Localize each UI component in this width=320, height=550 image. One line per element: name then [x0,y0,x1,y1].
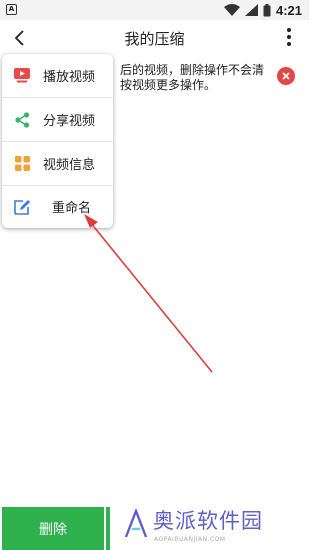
notice-line-2: 按视频更多操作。 [120,78,217,92]
menu-item-play-video[interactable]: 播放视频 [2,54,113,97]
watermark: 奥派软件园 AOPAIRUANJIAN.COM [124,506,304,550]
menu-item-label: 播放视频 [43,70,96,85]
info-grid-icon [13,155,31,173]
menu-item-share-video[interactable]: 分享视频 [2,98,113,141]
status-time: 4:21 [275,2,302,18]
status-icons: 4:21 [223,2,302,18]
notice-text: 后的视频，删除操作不会清 按视频更多操作。 [120,63,275,93]
wifi-icon [223,4,240,16]
battery-icon [263,3,271,16]
more-dot-icon [287,28,291,32]
signal-icon [244,4,258,16]
menu-item-video-info[interactable]: 视频信息 [2,142,113,185]
page-title: 我的压缩 [124,30,185,48]
notice-line-1: 后的视频，删除操作不会清 [120,63,265,77]
menu-item-label: 重命名 [52,201,92,216]
delete-button[interactable]: 删除 [2,507,104,550]
more-dot-icon [287,42,291,46]
close-icon [282,72,290,80]
bottom-action-button[interactable] [106,507,110,550]
edit-icon [13,198,31,216]
video-context-menu: 播放视频 分享视频 视频信息 重命名 [2,54,113,228]
notification-icon: A [6,4,17,15]
watermark-url: AOPAIRUANJIAN.COM [154,536,226,543]
share-icon [13,111,31,129]
more-options-button[interactable] [285,27,293,47]
menu-item-label: 分享视频 [43,114,96,129]
app-header: 我的压缩 [0,20,309,56]
status-bar: A 4:21 [0,0,309,20]
more-dot-icon [287,35,291,39]
watermark-logo-icon [124,509,148,538]
menu-item-label: 视频信息 [43,158,96,173]
play-video-icon [13,67,31,85]
menu-item-rename[interactable]: 重命名 [2,185,113,228]
close-notice-button[interactable] [277,67,295,85]
watermark-text: 奥派软件园 [153,509,263,533]
